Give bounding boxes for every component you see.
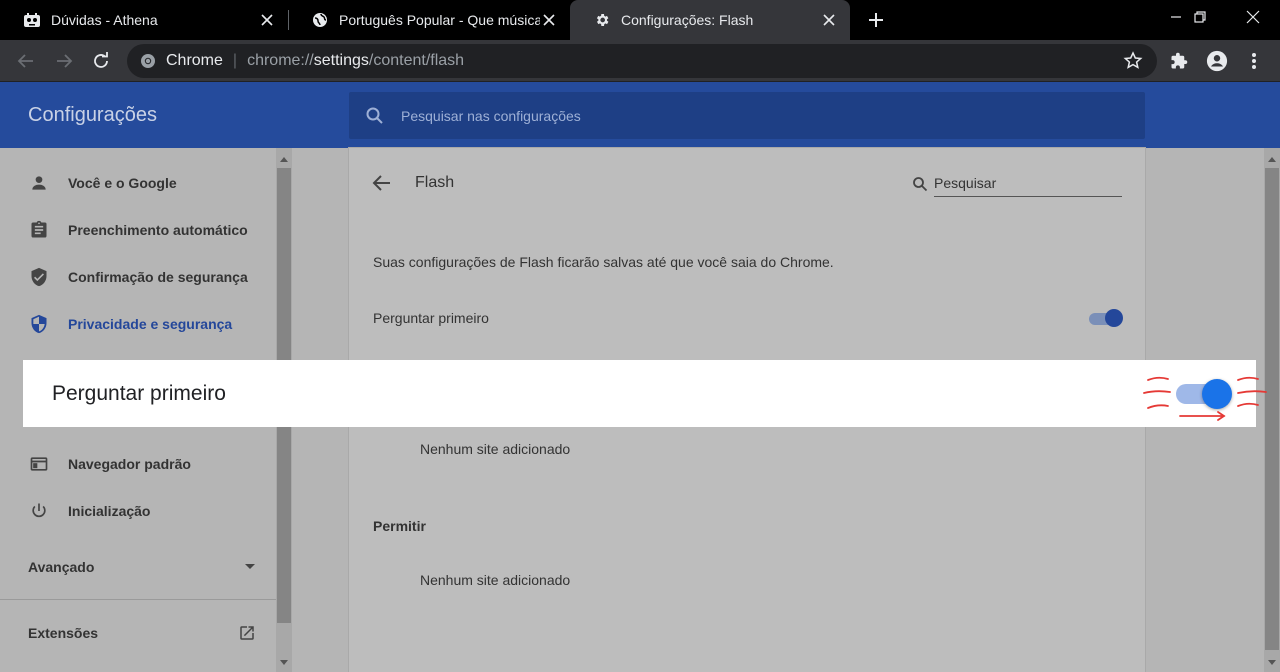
- tab-configuracoes-flash[interactable]: Configurações: Flash: [570, 0, 850, 40]
- clipboard-icon: [28, 219, 50, 241]
- sidebar-item-label: Você e o Google: [68, 174, 177, 191]
- sidebar-item-navegador-padrao[interactable]: Navegador padrão: [0, 440, 276, 487]
- flash-note: Suas configurações de Flash ficarão salv…: [373, 254, 834, 270]
- open-in-new-icon: [240, 626, 254, 640]
- back-arrow-icon[interactable]: [371, 172, 393, 194]
- search-icon: [913, 176, 928, 191]
- omnibox-separator: |: [232, 52, 238, 69]
- person-icon: [28, 172, 50, 194]
- sidebar-item-label: Navegador padrão: [68, 455, 191, 472]
- allow-list-empty: Nenhum site adicionado: [420, 572, 571, 588]
- card-title: Flash: [415, 174, 455, 191]
- tab-strip: Dúvidas - Athena Português Popular - Que…: [0, 0, 1280, 40]
- power-icon: [28, 500, 50, 522]
- athena-logo-icon: [24, 12, 40, 28]
- advanced-toggle[interactable]: Avançado: [28, 557, 256, 577]
- allow-section-label: Permitir: [373, 518, 426, 534]
- chrome-logo-icon: [141, 54, 155, 68]
- ask-first-toggle[interactable]: [1087, 309, 1123, 327]
- sidebar-item-extensoes[interactable]: Extensões: [28, 621, 256, 645]
- close-icon[interactable]: [540, 11, 558, 29]
- settings-search[interactable]: [349, 92, 1145, 139]
- scroll-up-arrow-icon[interactable]: [276, 152, 292, 166]
- advanced-label: Avançado: [28, 559, 95, 575]
- settings-search-input[interactable]: [401, 107, 1001, 124]
- card-header: Flash: [349, 148, 1145, 218]
- tab-portugues-popular[interactable]: Português Popular - Que música: [288, 0, 570, 40]
- sidebar-item-inicializacao[interactable]: Inicialização: [0, 487, 276, 534]
- new-tab-button[interactable]: [864, 8, 888, 32]
- scroll-up-arrow-icon[interactable]: [1264, 152, 1280, 166]
- bookmark-star-icon[interactable]: [1123, 51, 1143, 71]
- url-host: settings: [313, 52, 369, 69]
- sidebar-item-label: Inicialização: [68, 502, 151, 519]
- restore-button[interactable]: [1174, 0, 1226, 34]
- scroll-down-arrow-icon[interactable]: [1264, 656, 1280, 670]
- sidebar-divider: [0, 599, 276, 600]
- sidebar-item-label: Privacidade e segurança: [68, 315, 233, 332]
- tab-title: Configurações: Flash: [621, 12, 754, 28]
- url-path: /content/flash: [368, 52, 465, 69]
- callout-toggle[interactable]: [1174, 376, 1236, 412]
- browser-window-icon: [28, 453, 50, 475]
- page-scrollbar-thumb[interactable]: [1265, 168, 1279, 650]
- profile-avatar-icon[interactable]: [1205, 49, 1229, 73]
- address-bar[interactable]: Chrome | chrome://settings/content/flash: [127, 44, 1157, 78]
- highlight-callout: Perguntar primeiro: [23, 360, 1256, 427]
- extensions-label: Extensões: [28, 625, 99, 641]
- url-scheme: chrome://: [247, 52, 314, 69]
- extensions-puzzle-icon[interactable]: [1167, 49, 1191, 73]
- sidebar-item-preenchimento[interactable]: Preenchimento automático: [0, 206, 276, 253]
- block-list-empty: Nenhum site adicionado: [420, 441, 571, 457]
- toggle-knob: [1202, 379, 1232, 409]
- forward-button[interactable]: [52, 49, 76, 73]
- flash-search-field[interactable]: [934, 170, 1122, 197]
- gear-icon: [594, 12, 610, 28]
- scroll-down-arrow-icon[interactable]: [276, 656, 292, 670]
- sidebar-item-label: Preenchimento automático: [68, 221, 248, 238]
- back-button[interactable]: [14, 49, 38, 73]
- tab-athena[interactable]: Dúvidas - Athena: [0, 0, 288, 40]
- browser-toolbar: Chrome | chrome://settings/content/flash: [0, 40, 1280, 82]
- site-label: Chrome: [166, 52, 223, 69]
- sidebar-item-voce-e-o-google[interactable]: Você e o Google: [0, 159, 276, 206]
- search-icon: [366, 107, 383, 124]
- flash-search-input[interactable]: [934, 175, 1114, 191]
- settings-header: Configurações: [0, 82, 1280, 148]
- page-title: Configurações: [28, 104, 157, 126]
- reload-button[interactable]: [89, 49, 113, 73]
- sidebar-item-confirmacao[interactable]: Confirmação de segurança: [0, 253, 276, 300]
- menu-kebab-icon[interactable]: [1242, 49, 1266, 73]
- flash-search[interactable]: [912, 170, 1122, 197]
- toggle-knob: [1105, 309, 1123, 327]
- close-icon[interactable]: [820, 11, 838, 29]
- callout-label: Perguntar primeiro: [52, 382, 226, 405]
- tab-title: Português Popular - Que música: [339, 12, 540, 28]
- globe-icon: [312, 12, 328, 28]
- sidebar-item-privacidade[interactable]: Privacidade e segurança: [0, 300, 276, 347]
- shield-check-icon: [28, 266, 50, 288]
- tab-title: Dúvidas - Athena: [51, 12, 158, 28]
- shield-icon: [28, 313, 50, 335]
- close-window-button[interactable]: [1226, 0, 1280, 34]
- caret-down-icon: [245, 564, 255, 569]
- sidebar-item-label: Confirmação de segurança: [68, 268, 248, 285]
- close-icon[interactable]: [258, 11, 276, 29]
- ask-first-label: Perguntar primeiro: [373, 310, 489, 326]
